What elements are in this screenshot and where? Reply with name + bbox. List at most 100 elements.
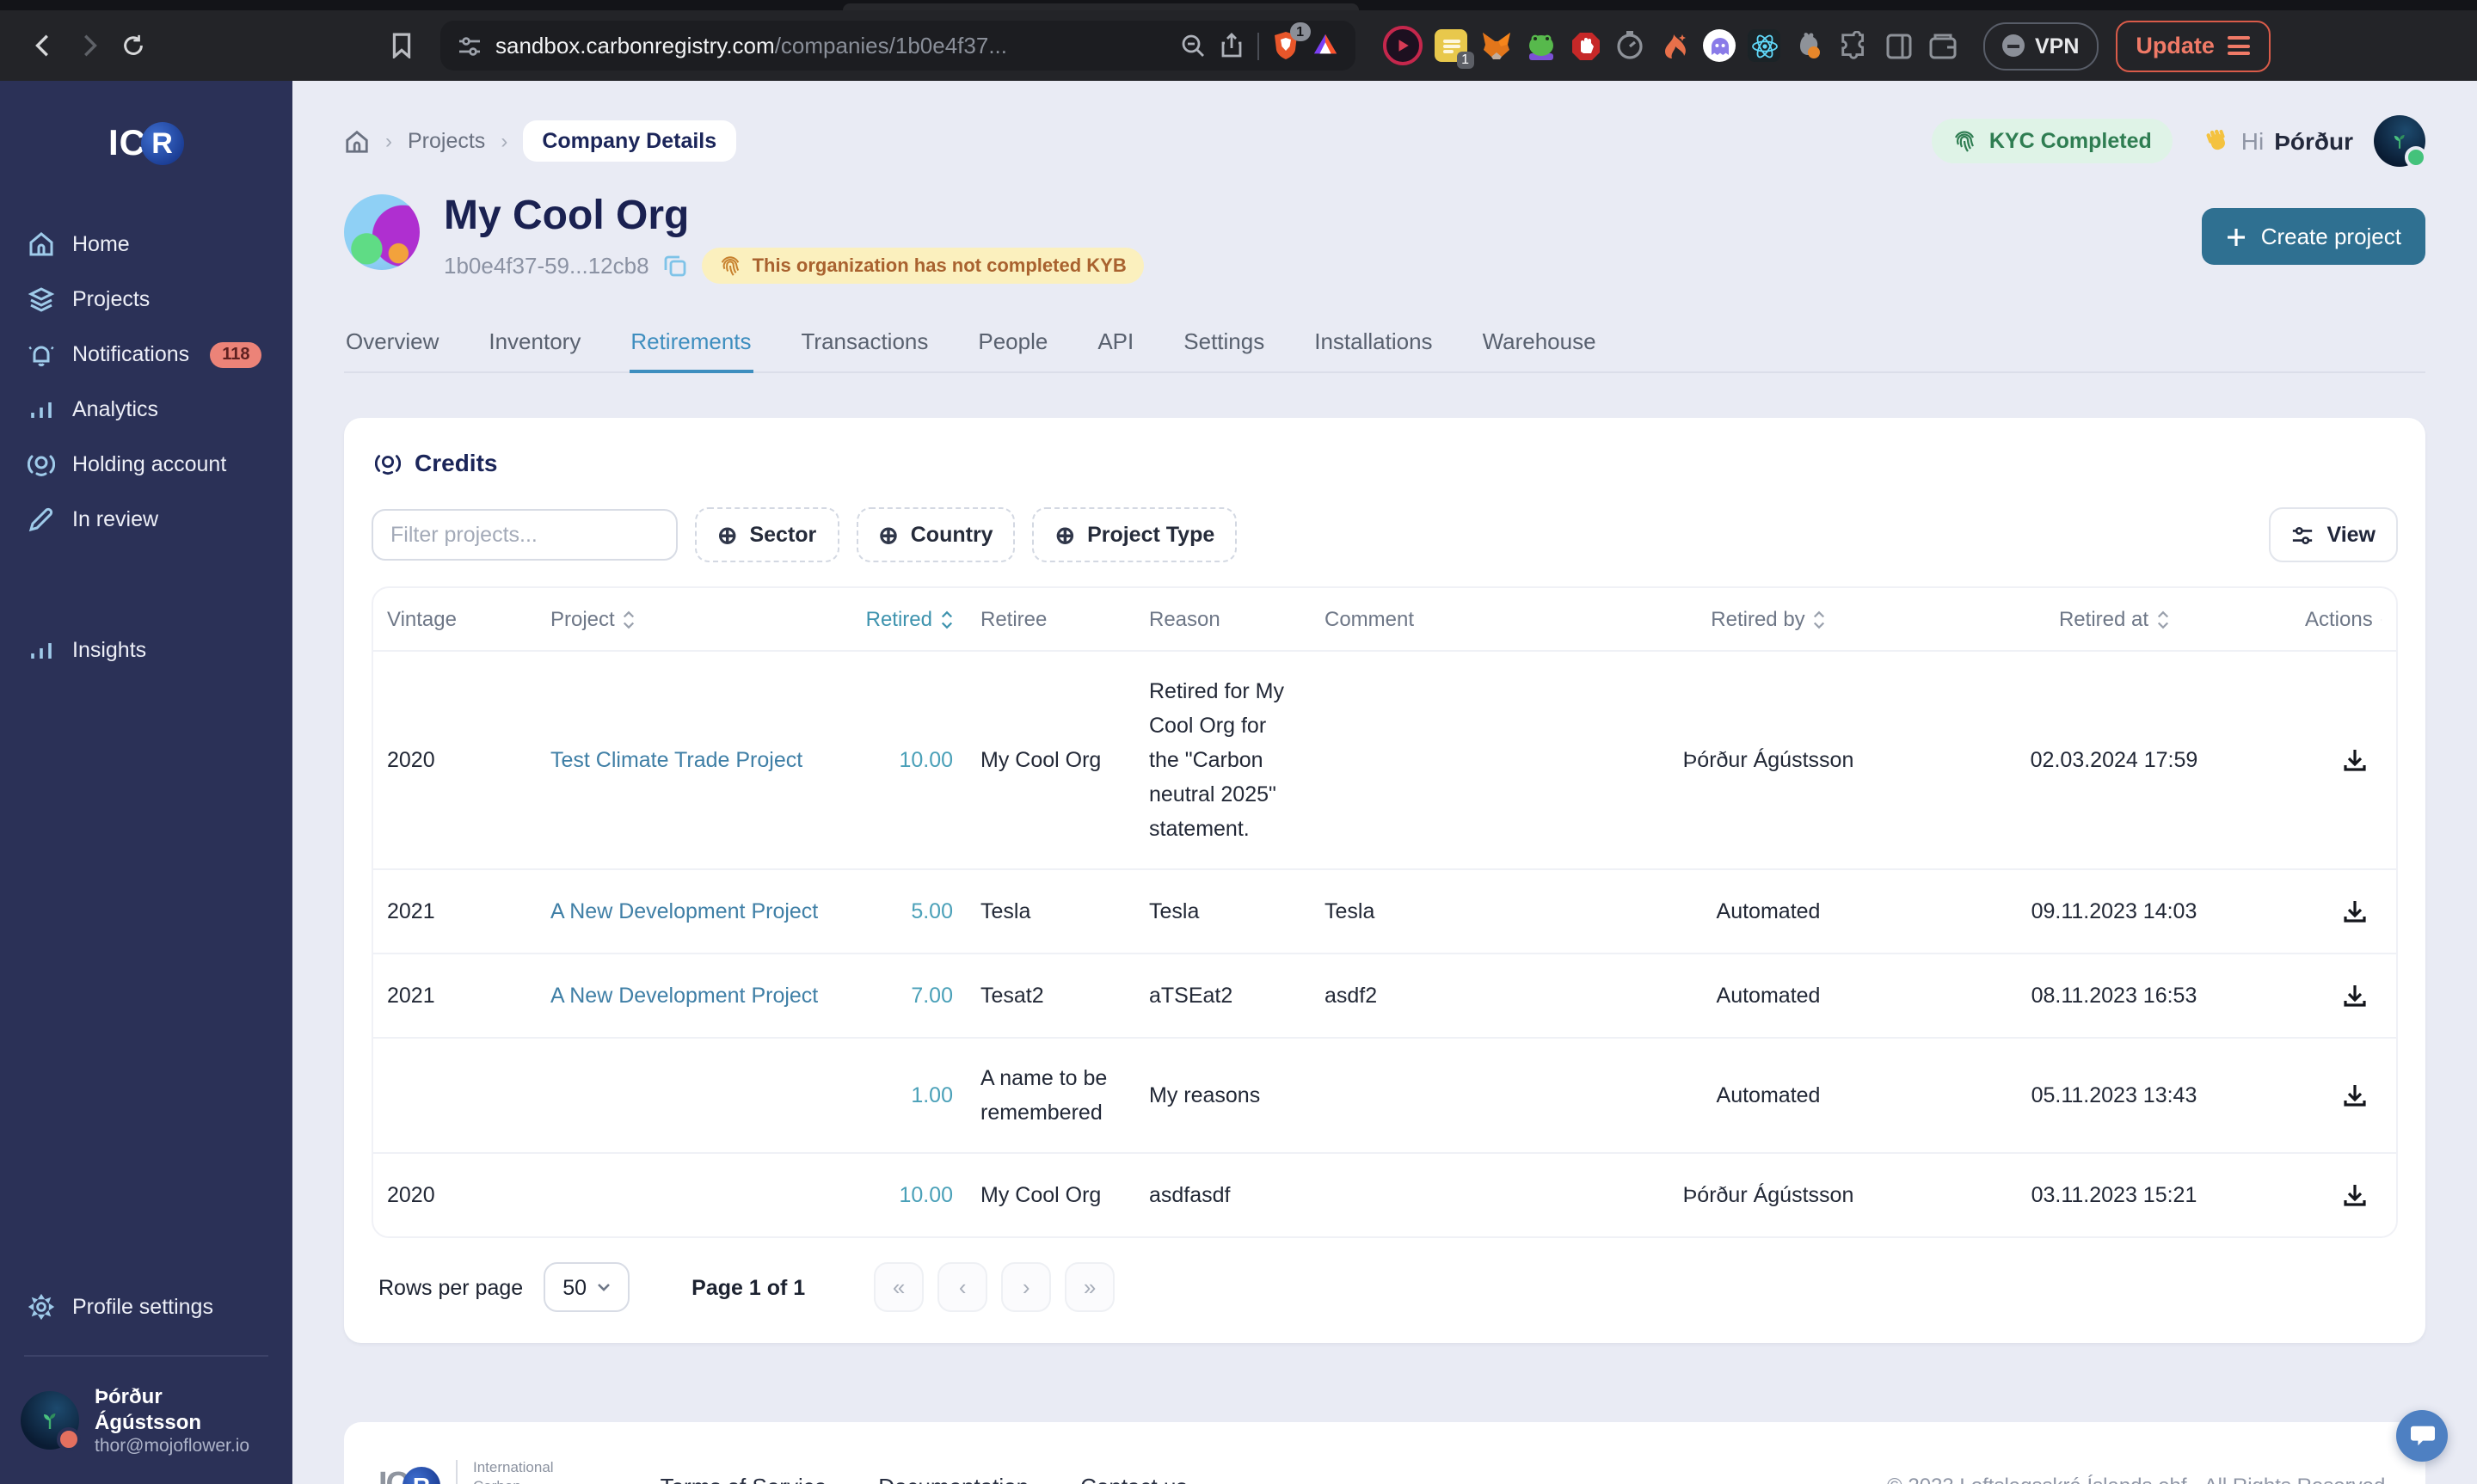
tab-warehouse[interactable]: Warehouse [1481,315,1598,371]
cell-vintage: 2021 [387,899,435,924]
tune-icon[interactable] [458,34,482,58]
home-icon [29,232,53,256]
filter-project-type-button[interactable]: ⊕ Project Type [1032,507,1238,563]
ext-wallet-icon[interactable] [1927,29,1959,62]
tab-settings[interactable]: Settings [1182,315,1266,371]
prev-page-button[interactable]: ‹ [937,1262,988,1313]
col-retired-by[interactable]: Retired by [1600,607,1937,631]
bookmark-icon [391,33,410,58]
breadcrumb-projects[interactable]: Projects [408,129,485,153]
ext-frog-icon[interactable] [1524,29,1557,62]
tab-inventory[interactable]: Inventory [487,315,582,371]
cell-retiree: My Cool Org [980,1183,1102,1208]
cell-vintage [373,1088,537,1102]
sidebar-item-profile-settings[interactable]: Profile settings [0,1279,292,1334]
ext-ghost-icon[interactable] [1703,29,1736,62]
filter-projects-input[interactable] [372,509,678,561]
download-button[interactable] [2336,1176,2374,1214]
sidebar-item-label: Analytics [72,397,159,421]
cell-reason: Retired for My Cool Org for the "Carbon … [1149,679,1284,842]
footer-link-contact[interactable]: Contact us [1080,1473,1187,1484]
brave-rewards-icon[interactable] [1312,33,1338,58]
breadcrumb-home-icon[interactable] [344,128,370,154]
ext-puzzle-icon[interactable] [1837,29,1870,62]
layers-icon [28,287,55,312]
vpn-button[interactable]: VPN [1983,21,2099,70]
sidebar-item-analytics[interactable]: Analytics [0,382,292,437]
active-tab[interactable] [843,3,1359,10]
sidebar-item-home[interactable]: Home [0,217,292,272]
col-retired[interactable]: Retired [843,607,967,631]
download-button[interactable] [2336,1076,2374,1114]
filter-country-button[interactable]: ⊕ Country [856,507,1016,563]
sidebar-user[interactable]: Þórður Ágústsson thor@mojoflower.io [0,1377,292,1463]
create-project-button[interactable]: Create project [2202,208,2425,265]
ext-arc-flame-icon[interactable] [1658,29,1691,62]
sidebar-item-notifications[interactable]: Notifications 118 [0,327,292,382]
first-page-button[interactable]: « [874,1262,925,1313]
url-bar[interactable]: sandbox.carbonregistry.com/companies/1b0… [440,21,1355,71]
cell-retired: 10.00 [899,1183,953,1208]
ext-react-atom-icon[interactable] [1748,29,1780,62]
chat-widget-button[interactable] [2396,1410,2448,1462]
footer-link-documentation[interactable]: Documentation [878,1473,1029,1484]
cell-retired-by: Þórður Ágústsson [1682,748,1854,773]
ext-sidepanel-icon[interactable] [1882,29,1915,62]
tab-people[interactable]: People [976,315,1049,371]
sidebar-item-projects[interactable]: Projects [0,272,292,327]
download-button[interactable] [2336,892,2374,930]
filter-sector-button[interactable]: ⊕ Sector [695,507,839,563]
last-page-button[interactable]: » [1065,1262,1116,1313]
reload-button[interactable] [110,23,155,68]
cell-comment: asdf2 [1325,984,1378,1009]
download-button[interactable] [2336,741,2374,779]
update-menu-button[interactable]: Update [2115,20,2271,71]
col-project[interactable]: Project [537,607,843,631]
view-button[interactable]: View [2268,507,2398,563]
filter-row: ⊕ Sector ⊕ Country ⊕ Project Type View [372,507,2398,563]
forward-button[interactable] [65,23,110,68]
ext-adblock-hand-icon[interactable] [1569,29,1601,62]
cell-project-link[interactable]: A New Development Project [537,887,843,935]
url-text[interactable]: sandbox.carbonregistry.com/companies/1b0… [495,33,1166,58]
ext-rabbit-icon[interactable] [1792,29,1825,62]
back-button[interactable] [21,23,65,68]
kyc-label: KYC Completed [1988,129,2152,153]
page-indicator: Page 1 of 1 [691,1275,806,1300]
sort-icon [941,610,953,629]
chat-bubble-icon [2410,1426,2434,1446]
col-retired-at[interactable]: Retired at [1937,607,2291,631]
chevron-right-icon: › [501,129,508,153]
sidebar: IC R Home Projects Notifications 118 Anal… [0,81,292,1484]
ext-timer-icon[interactable] [1613,29,1646,62]
share-icon[interactable] [1220,33,1244,58]
sidebar-item-insights[interactable]: Insights [0,622,292,678]
tab-installations[interactable]: Installations [1312,315,1434,371]
tab-retirements[interactable]: Retirements [629,315,753,374]
browser-toolbar: sandbox.carbonregistry.com/companies/1b0… [0,10,2477,81]
ext-notes-icon[interactable]: 1 [1435,29,1474,69]
header-avatar[interactable] [2374,115,2427,169]
tab-overview[interactable]: Overview [344,315,440,371]
sidebar-item-in-review[interactable]: In review [0,492,292,547]
brave-shield-button[interactable]: 1 [1273,22,1311,60]
footer-link-terms[interactable]: Terms of Service [661,1473,827,1484]
download-button[interactable] [2336,977,2374,1015]
cell-retiree: My Cool Org [980,748,1102,773]
bar-chart-icon [31,402,52,418]
ext-metamask-fox-icon[interactable] [1479,29,1512,62]
zoom-out-icon[interactable] [1180,33,1206,58]
col-actions[interactable]: Actions [2291,607,2396,631]
rows-per-page-select[interactable]: 50 [544,1262,630,1313]
cell-project-link[interactable]: Test Climate Trade Project [537,736,843,784]
tab-bar: Overview Inventory Retirements Transacti… [344,315,2425,374]
tab-api[interactable]: API [1096,315,1135,371]
sidebar-item-label: Home [72,232,130,256]
ext-play-icon[interactable] [1383,26,1423,65]
next-page-button[interactable]: › [1001,1262,1052,1313]
tab-transactions[interactable]: Transactions [800,315,931,371]
bookmark-button[interactable] [378,23,423,68]
copy-icon[interactable] [665,254,687,277]
sidebar-item-holding-account[interactable]: Holding account [0,437,292,492]
cell-project-link[interactable]: A New Development Project [537,972,843,1020]
